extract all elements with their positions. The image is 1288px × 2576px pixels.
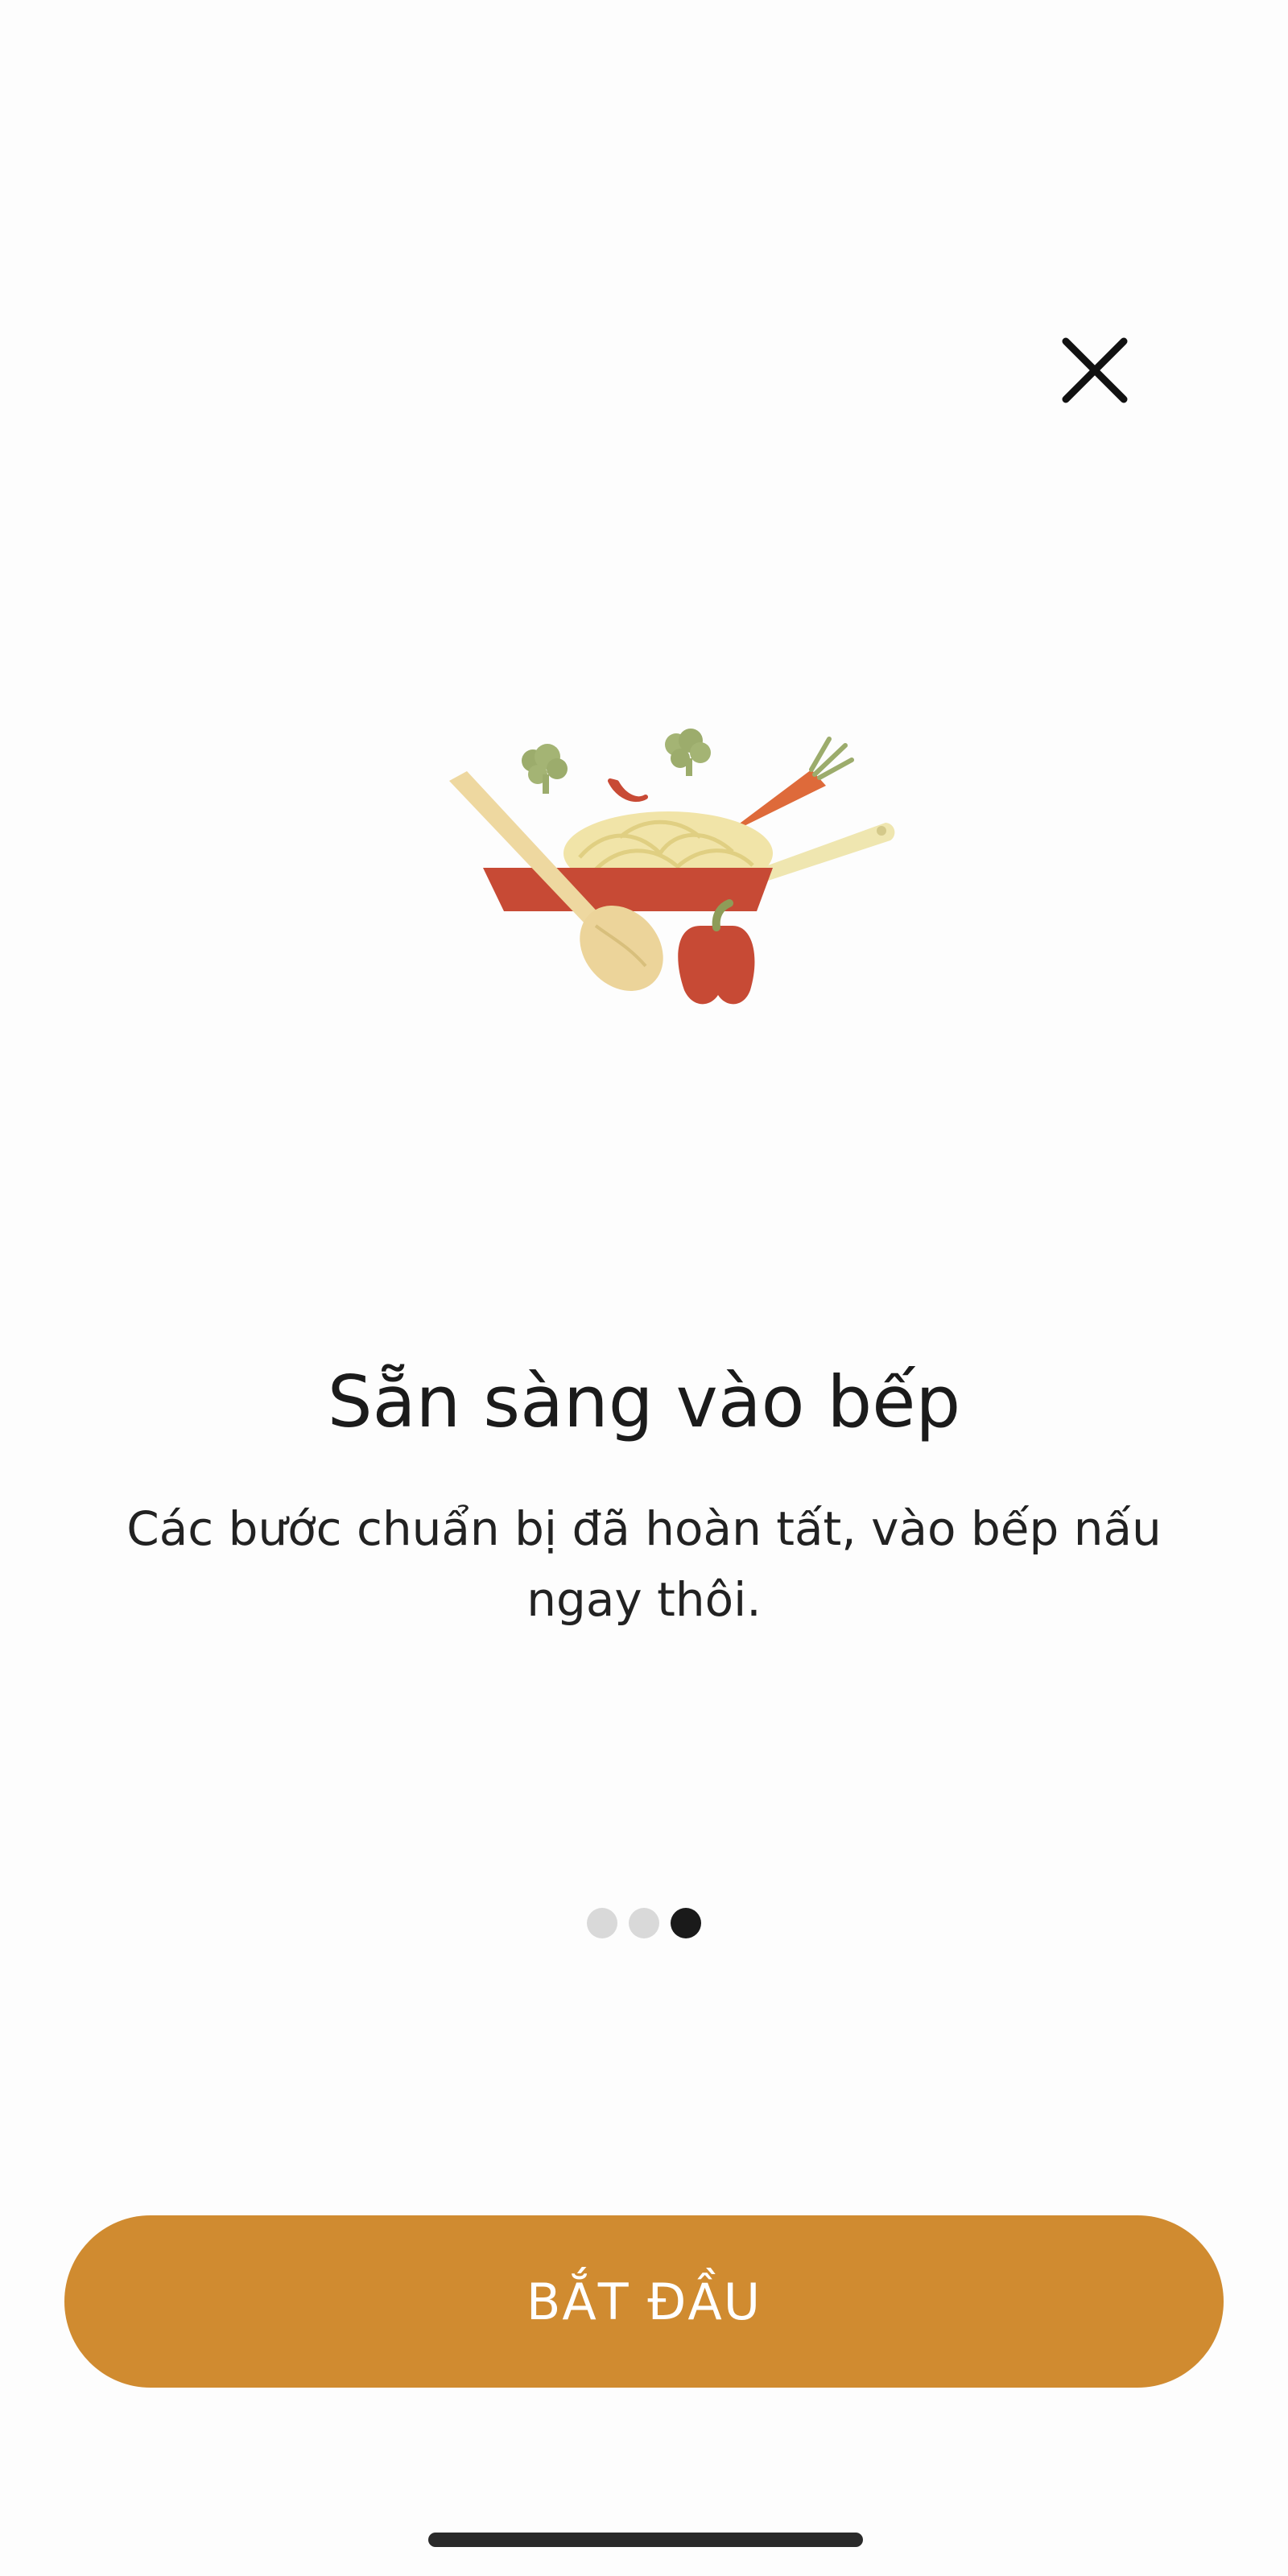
close-button[interactable] [1046,322,1143,419]
broccoli-icon [522,744,568,794]
close-icon [1062,337,1128,403]
page-dot [629,1908,659,1938]
onboarding-screen: Sẵn sàng vào bếp Các bước chuẩn bị đã ho… [0,0,1288,2576]
page-title: Sẵn sàng vào bếp [327,1360,961,1443]
start-button[interactable]: BẮT ĐẦU [64,2215,1224,2388]
page-dot [587,1908,617,1938]
chili-icon [608,778,648,803]
home-indicator [428,2533,863,2547]
broccoli-icon [665,729,711,776]
cooking-pan-illustration [449,729,895,1005]
page-indicator [0,1908,1288,1938]
bell-pepper-icon [678,899,755,1005]
page-dot-active [671,1908,701,1938]
page-description: Các bước chuẩn bị đã hoàn tất, vào bếp n… [126,1501,1162,1627]
pan-handle [757,823,895,882]
carrot-icon [721,737,854,837]
